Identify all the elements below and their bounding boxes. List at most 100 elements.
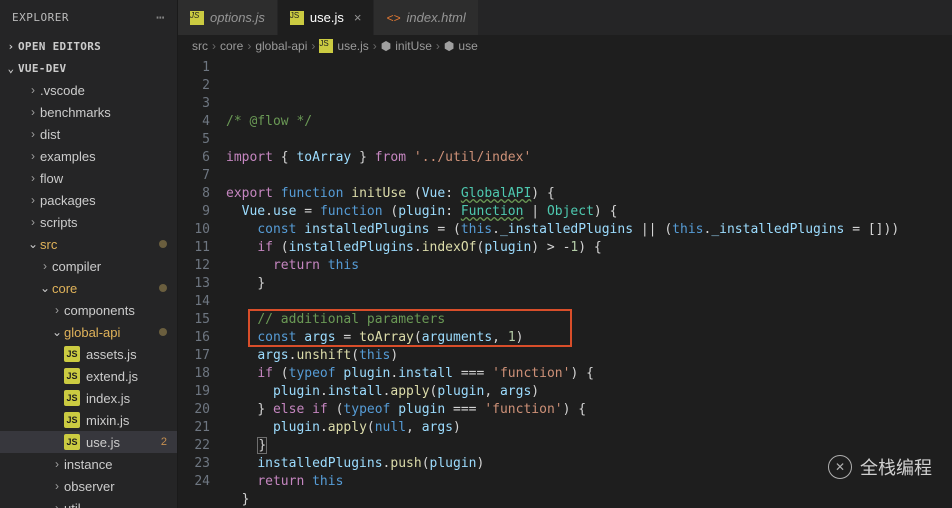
folder-item[interactable]: ›components: [0, 299, 177, 321]
tab-use-js[interactable]: JS use.js ×: [278, 0, 375, 35]
tab-label: use.js: [310, 10, 344, 25]
code-line[interactable]: [226, 293, 952, 311]
line-number: 19: [178, 383, 210, 401]
line-number: 7: [178, 167, 210, 185]
chevron-right-icon: ›: [26, 83, 40, 97]
code-line[interactable]: export function initUse (Vue: GlobalAPI)…: [226, 185, 952, 203]
file-item[interactable]: ›JSmixin.js: [0, 409, 177, 431]
tab-index-html[interactable]: <>index.html: [374, 0, 478, 35]
code-line[interactable]: return this: [226, 257, 952, 275]
close-icon[interactable]: ×: [354, 10, 362, 25]
folder-item[interactable]: ›instance: [0, 453, 177, 475]
breadcrumb-segment[interactable]: use.js: [337, 39, 368, 53]
editor-area: JSoptions.js JS use.js × <>index.html src › co…: [178, 0, 952, 508]
folder-item[interactable]: ›scripts: [0, 211, 177, 233]
line-number: 4: [178, 113, 210, 131]
line-number: 21: [178, 419, 210, 437]
tree-item-label: index.js: [86, 391, 130, 406]
chevron-right-icon: ›: [373, 39, 377, 53]
file-item[interactable]: ›JSindex.js: [0, 387, 177, 409]
folder-item[interactable]: ›.vscode: [0, 79, 177, 101]
chevron-right-icon: ›: [311, 39, 315, 53]
tree-item-label: src: [40, 237, 57, 252]
code-line[interactable]: if (typeof plugin.install === 'function'…: [226, 365, 952, 383]
chevron-right-icon: ›: [247, 39, 251, 53]
tree-item-label: benchmarks: [40, 105, 111, 120]
code-line[interactable]: }: [226, 437, 952, 455]
chevron-right-icon: ›: [26, 171, 40, 185]
chevron-right-icon: ›: [26, 149, 40, 163]
tree-item-label: examples: [40, 149, 96, 164]
project-section[interactable]: ⌄ VUE-DEV: [0, 57, 177, 79]
folder-item[interactable]: ›compiler: [0, 255, 177, 277]
file-item[interactable]: ›JSuse.js2: [0, 431, 177, 453]
code-line[interactable]: [226, 131, 952, 149]
code-line[interactable]: } else if (typeof plugin === 'function')…: [226, 401, 952, 419]
folder-item[interactable]: ⌄src: [0, 233, 177, 255]
breadcrumb-segment[interactable]: global-api: [255, 39, 307, 53]
code-line[interactable]: const installedPlugins = (this._installe…: [226, 221, 952, 239]
code-content[interactable]: /* @flow */ import { toArray } from '../u…: [226, 57, 952, 508]
code-line[interactable]: plugin.install.apply(plugin, args): [226, 383, 952, 401]
open-editors-section[interactable]: › OPEN EDITORS: [0, 35, 177, 57]
tab-label: options.js: [210, 10, 265, 25]
file-item[interactable]: ›JSassets.js: [0, 343, 177, 365]
tree-item-label: components: [64, 303, 135, 318]
tree-item-label: extend.js: [86, 369, 138, 384]
tree-item-label: observer: [64, 479, 115, 494]
project-label: VUE-DEV: [18, 62, 66, 75]
code-line[interactable]: plugin.apply(null, args): [226, 419, 952, 437]
js-file-icon: JS: [64, 434, 80, 450]
folder-item[interactable]: ›util: [0, 497, 177, 508]
code-line[interactable]: args.unshift(this): [226, 347, 952, 365]
folder-item[interactable]: ›flow: [0, 167, 177, 189]
tree-item-label: assets.js: [86, 347, 137, 362]
folder-item[interactable]: ⌄core: [0, 277, 177, 299]
code-line[interactable]: Vue.use = function (plugin: Function | O…: [226, 203, 952, 221]
code-line[interactable]: }: [226, 275, 952, 293]
line-number: 3: [178, 95, 210, 113]
tree-item-label: .vscode: [40, 83, 85, 98]
code-line[interactable]: if (installedPlugins.indexOf(plugin) > -…: [226, 239, 952, 257]
tab-options-js[interactable]: JSoptions.js: [178, 0, 278, 35]
chevron-down-icon: ⌄: [26, 237, 40, 251]
watermark-text: 全栈编程: [860, 454, 932, 480]
file-item[interactable]: ›JSextend.js: [0, 365, 177, 387]
code-line[interactable]: [226, 167, 952, 185]
code-line[interactable]: /* @flow */: [226, 113, 952, 131]
wechat-icon: ✕: [828, 455, 852, 479]
file-tree: ›.vscode›benchmarks›dist›examples›flow›p…: [0, 79, 177, 508]
breadcrumb[interactable]: src›core›global-api›JSuse.js›⬢initUse›⬢u…: [178, 35, 952, 57]
folder-item[interactable]: ›benchmarks: [0, 101, 177, 123]
more-icon[interactable]: ⋯: [156, 10, 165, 26]
code-line[interactable]: const args = toArray(arguments, 1): [226, 329, 952, 347]
code-line[interactable]: }: [226, 491, 952, 508]
tab-label: index.html: [406, 10, 465, 25]
chevron-right-icon: ›: [4, 40, 18, 53]
line-number: 8: [178, 185, 210, 203]
chevron-down-icon: ⌄: [4, 62, 18, 75]
code-editor[interactable]: 123456789101112131415161718192021222324 …: [178, 57, 952, 508]
line-number: 14: [178, 293, 210, 311]
line-number: 2: [178, 77, 210, 95]
line-number: 13: [178, 275, 210, 293]
line-number: 20: [178, 401, 210, 419]
folder-item[interactable]: ›dist: [0, 123, 177, 145]
breadcrumb-segment[interactable]: core: [220, 39, 243, 53]
breadcrumb-segment[interactable]: initUse: [395, 39, 432, 53]
folder-item[interactable]: ›examples: [0, 145, 177, 167]
code-line[interactable]: import { toArray } from '../util/index': [226, 149, 952, 167]
breadcrumb-segment[interactable]: use: [458, 39, 477, 53]
folder-item[interactable]: ⌄global-api: [0, 321, 177, 343]
sidebar: EXPLORER ⋯ › OPEN EDITORS ⌄ VUE-DEV ›.vs…: [0, 0, 178, 508]
breadcrumb-segment[interactable]: src: [192, 39, 208, 53]
code-line[interactable]: // additional parameters: [226, 311, 952, 329]
chevron-right-icon: ›: [436, 39, 440, 53]
js-file-icon: JS: [64, 390, 80, 406]
tabs-bar: JSoptions.js JS use.js × <>index.html: [178, 0, 952, 35]
folder-item[interactable]: ›observer: [0, 475, 177, 497]
js-file-icon: JS: [290, 11, 304, 25]
open-editors-label: OPEN EDITORS: [18, 40, 101, 53]
folder-item[interactable]: ›packages: [0, 189, 177, 211]
line-number: 18: [178, 365, 210, 383]
